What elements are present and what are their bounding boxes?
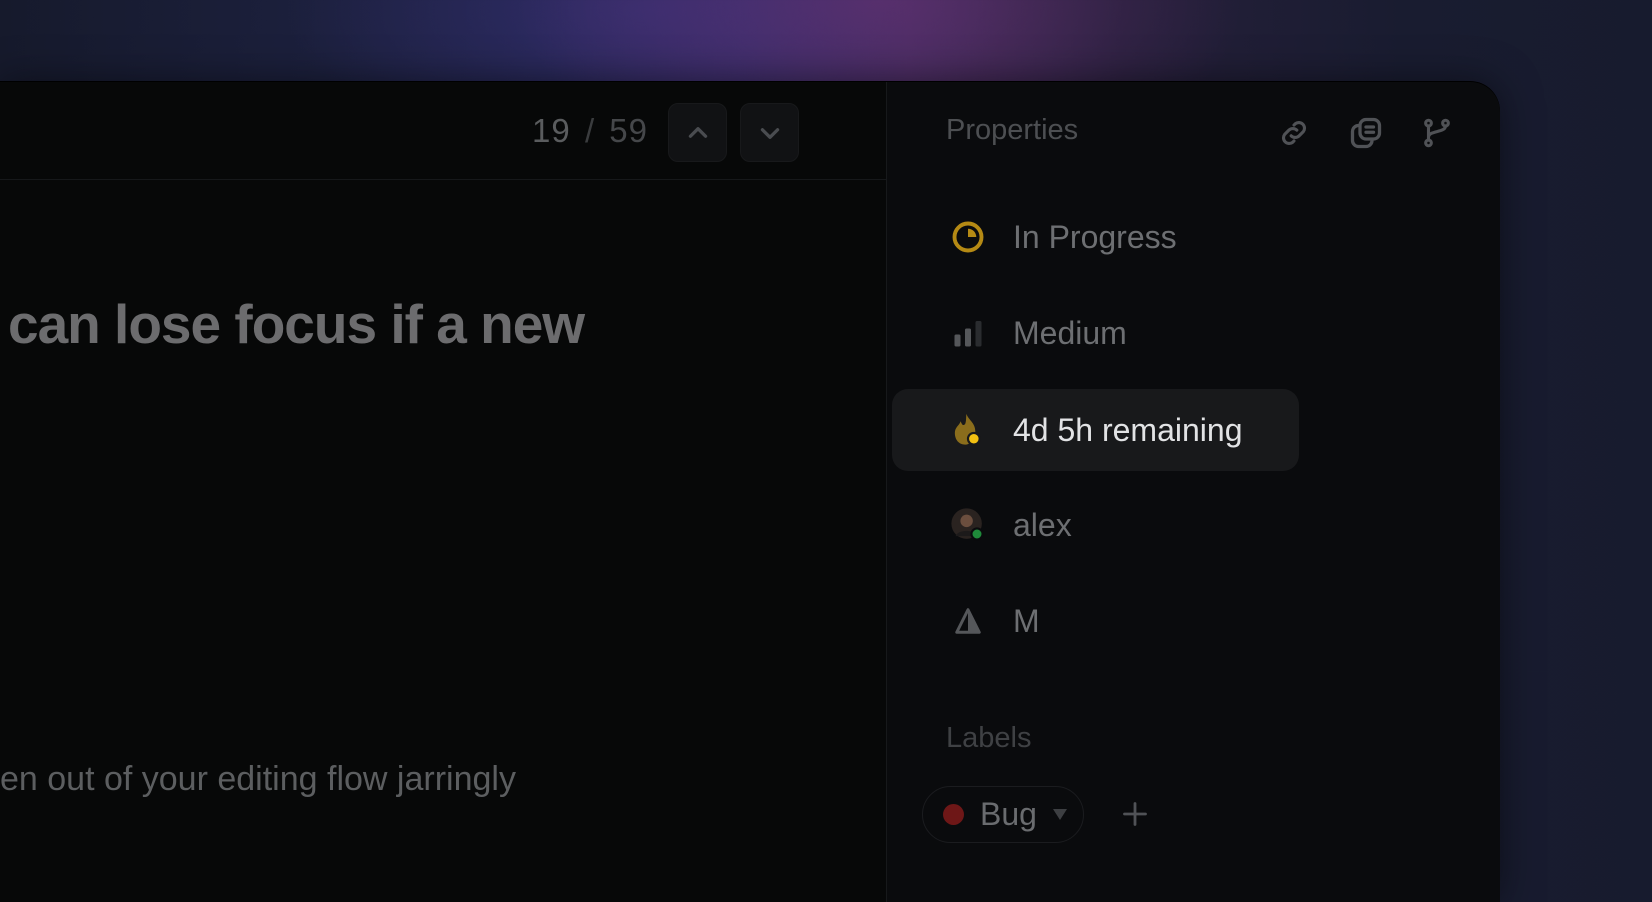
in-progress-status-icon	[950, 219, 986, 255]
counter-separator: /	[584, 112, 596, 149]
plus-icon	[1123, 802, 1147, 826]
status-property[interactable]: In Progress	[892, 196, 1299, 278]
due-date-label: 4d 5h remaining	[1013, 411, 1243, 448]
issue-title[interactable]: can lose focus if a new	[8, 292, 585, 356]
label-color-dot	[943, 804, 964, 825]
estimate-icon	[950, 603, 986, 639]
copy-link-button[interactable]	[1275, 114, 1313, 152]
current-index: 19	[532, 112, 571, 149]
labels-title: Labels	[946, 722, 1032, 754]
previous-issue-button[interactable]	[668, 103, 727, 162]
caret-down-icon	[1053, 809, 1067, 820]
estimate-label: M	[1013, 602, 1040, 639]
issue-header: 19 / 59	[0, 82, 886, 180]
copy-id-button[interactable]	[1347, 114, 1385, 152]
avatar	[950, 507, 986, 543]
priority-label: Medium	[1013, 314, 1127, 351]
link-icon	[1281, 120, 1307, 146]
next-issue-button[interactable]	[740, 103, 799, 162]
issue-window: 19 / 59 can lose focus if a new en out o…	[0, 82, 1500, 902]
estimate-property[interactable]: M	[892, 580, 1299, 662]
assignee-property[interactable]: alex	[892, 484, 1299, 566]
label-chip-text: Bug	[980, 796, 1037, 832]
issue-main-pane: 19 / 59 can lose focus if a new en out o…	[0, 82, 887, 902]
branch-icon	[1424, 118, 1450, 148]
priority-medium-icon	[950, 315, 986, 351]
flame-deadline-icon	[950, 412, 986, 448]
chevron-up-icon	[688, 126, 707, 138]
assignee-label: alex	[1013, 506, 1072, 543]
label-chip-bug[interactable]: Bug	[922, 786, 1084, 843]
status-label: In Progress	[1013, 218, 1177, 255]
chevron-down-icon	[760, 127, 779, 139]
copy-branch-button[interactable]	[1418, 114, 1456, 152]
properties-title: Properties	[946, 114, 1079, 146]
properties-sidebar: Properties In Progress Medium 4d 5h rema…	[887, 82, 1500, 902]
add-label-button[interactable]	[1115, 794, 1155, 834]
priority-property[interactable]: Medium	[892, 292, 1299, 374]
issue-counter: 19 / 59	[532, 112, 648, 150]
due-date-property[interactable]: 4d 5h remaining	[892, 389, 1299, 471]
copy-icon	[1350, 117, 1382, 149]
total-count: 59	[609, 112, 648, 149]
issue-description[interactable]: en out of your editing flow jarringly	[0, 760, 516, 799]
